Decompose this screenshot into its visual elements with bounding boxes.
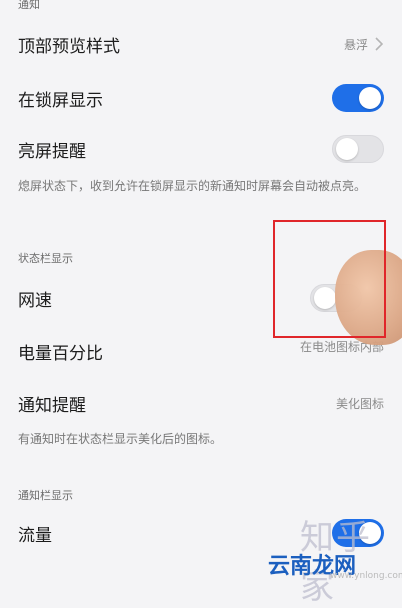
row-title: 通知提醒: [18, 395, 86, 416]
row-title: 流量: [18, 525, 52, 546]
chevron-right-icon: [375, 37, 384, 51]
wake-screen-hint: 熄屏状态下，收到允许在锁屏显示的新通知时屏幕会自动被点亮。: [18, 179, 367, 193]
value-text: 悬浮: [343, 37, 368, 52]
row-lockscreen-display: 在锁屏显示: [0, 78, 402, 118]
highlight-box: [273, 220, 386, 338]
lockscreen-toggle[interactable]: [332, 84, 384, 112]
row-wake-screen-remind: 亮屏提醒: [0, 129, 402, 169]
row-value: 悬浮: [344, 36, 384, 53]
section-label-notify-display: 通知栏显示: [18, 489, 73, 502]
toggle-knob: [359, 87, 381, 109]
row-title: 亮屏提醒: [18, 141, 86, 162]
toggle-knob: [336, 138, 358, 160]
notification-remind-hint: 有通知时在状态栏显示美化后的图标。: [18, 432, 223, 446]
wake-screen-toggle[interactable]: [332, 135, 384, 163]
row-notification-remind[interactable]: 通知提醒 美化图标: [0, 383, 402, 423]
notification-settings-screen: 通知 顶部预览样式 悬浮 在锁屏显示 亮屏提醒 熄屏状态下，收到允许在锁屏显示的…: [0, 0, 402, 607]
row-title: 顶部预览样式: [18, 36, 120, 57]
row-title: 电量百分比: [18, 343, 103, 364]
section-label-notify: 通知: [18, 0, 40, 11]
row-title: 网速: [18, 290, 52, 311]
value-text: 美化图标: [335, 396, 384, 411]
section-label-statusbar: 状态栏显示: [18, 252, 73, 265]
watermark-url: www.ynlong.com: [330, 571, 402, 581]
row-top-preview-style[interactable]: 顶部预览样式 悬浮: [0, 24, 402, 64]
row-title: 在锁屏显示: [18, 90, 103, 111]
